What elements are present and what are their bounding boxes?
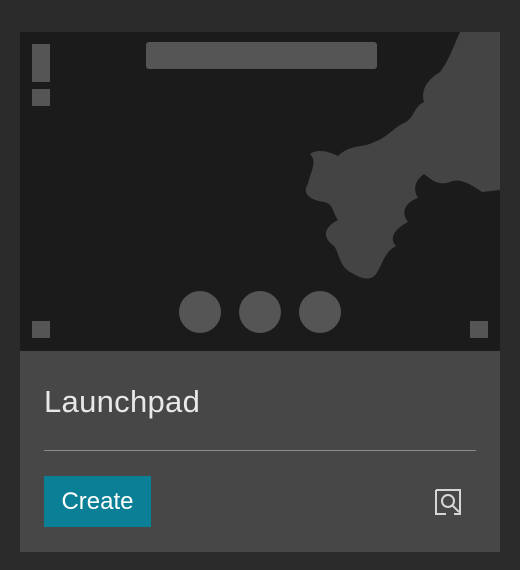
thumbnail-circle-1 bbox=[179, 291, 221, 333]
thumbnail-circle-2 bbox=[239, 291, 281, 333]
card-divider bbox=[44, 450, 476, 451]
thumbnail-header-bar bbox=[146, 42, 377, 69]
launchpad-thumbnail-illustration bbox=[32, 32, 500, 338]
thumbnail-left-square bbox=[32, 89, 50, 106]
thumbnail-bottom-right-square bbox=[470, 321, 488, 338]
template-thumbnail bbox=[20, 32, 500, 351]
thumbnail-circle-3 bbox=[299, 291, 341, 333]
card-body: Launchpad Create bbox=[20, 351, 500, 552]
thumbnail-left-bar bbox=[32, 44, 50, 82]
card-title: Launchpad bbox=[44, 384, 201, 419]
template-card[interactable]: Launchpad Create bbox=[20, 32, 500, 552]
preview-button[interactable] bbox=[431, 485, 465, 519]
search-preview-icon bbox=[435, 489, 461, 515]
thumbnail-bottom-left-square bbox=[32, 321, 50, 338]
create-button[interactable]: Create bbox=[44, 476, 151, 527]
